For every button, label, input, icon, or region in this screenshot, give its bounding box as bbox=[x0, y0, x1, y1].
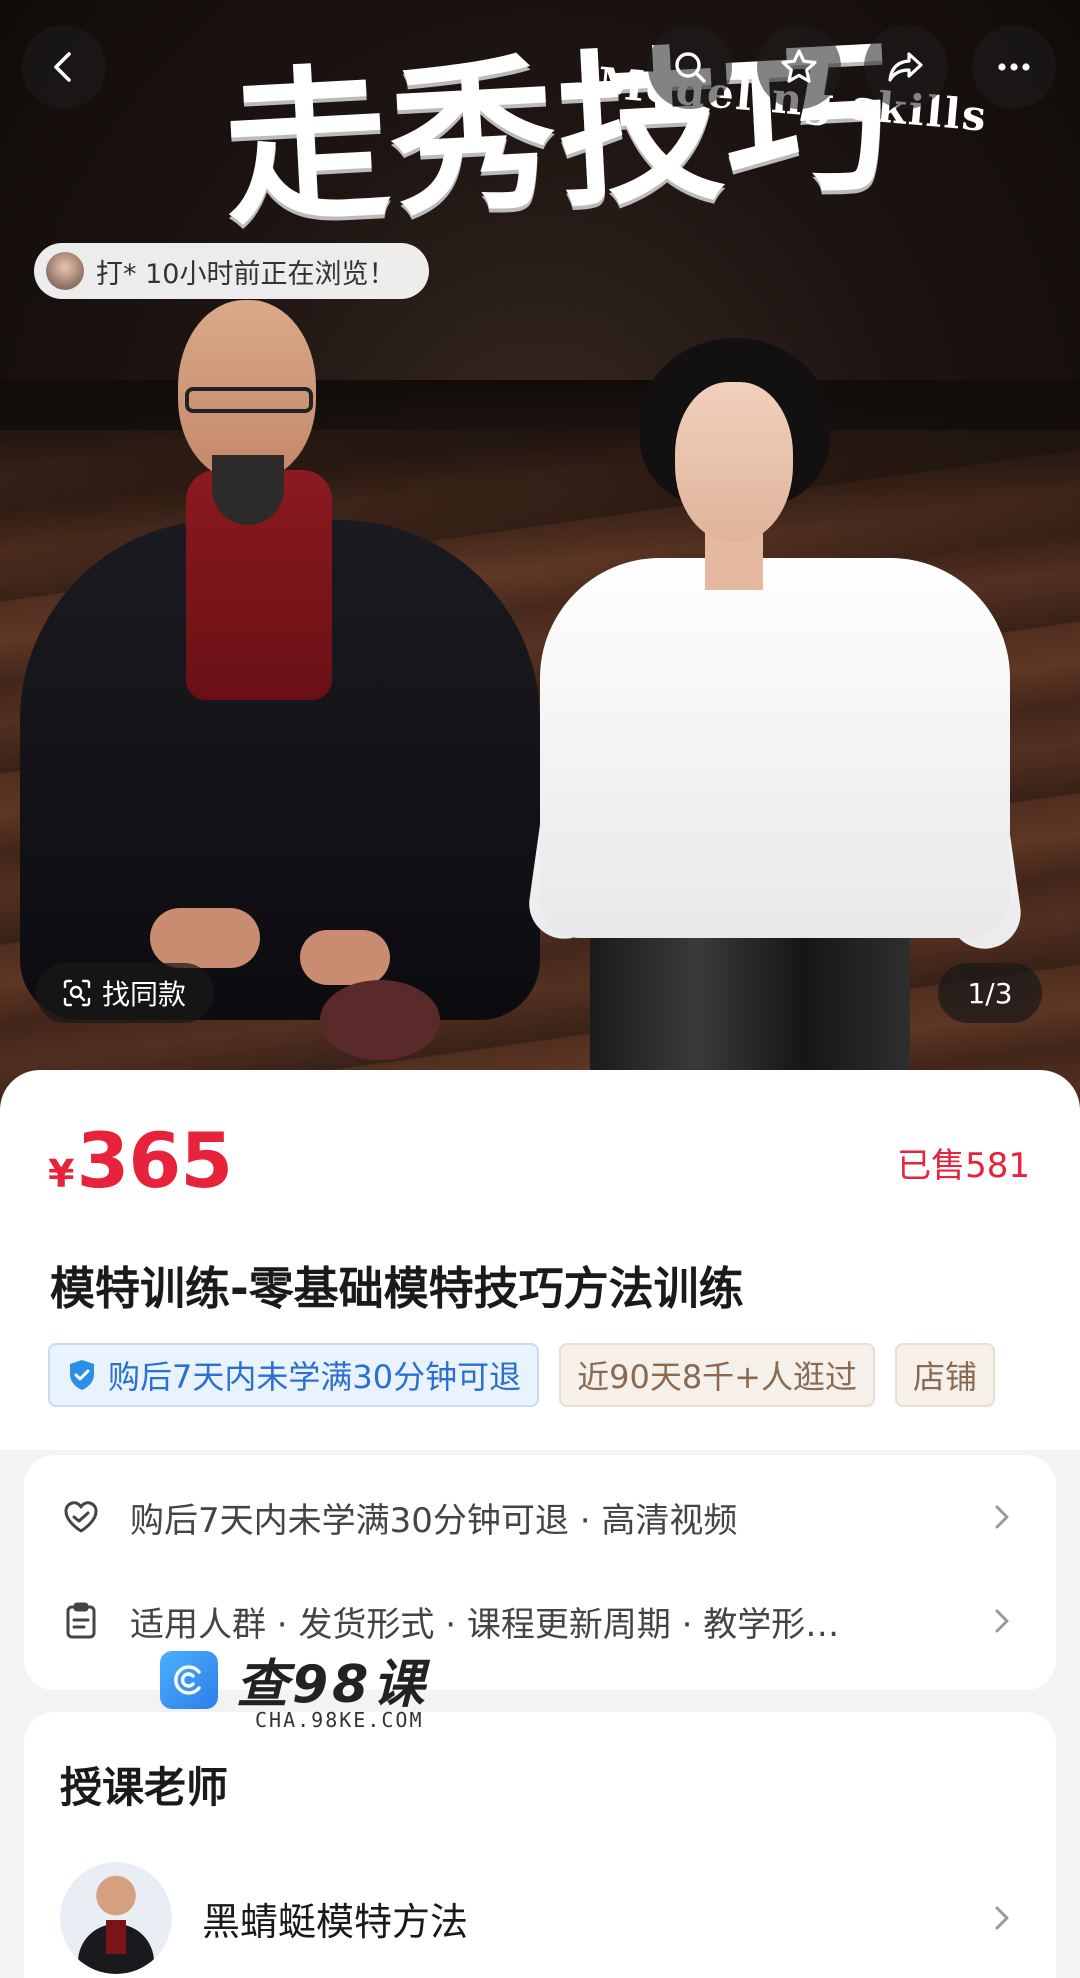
recent-viewer-badge: 打* 10小时前正在浏览！ bbox=[34, 243, 430, 299]
back-arrow-icon bbox=[54, 52, 71, 82]
teacher-avatar bbox=[60, 1862, 172, 1974]
more-button[interactable] bbox=[972, 25, 1056, 109]
teacher-row[interactable]: 黑蜻蜓模特方法 bbox=[60, 1858, 1020, 1978]
price-value: 365 bbox=[76, 1116, 233, 1205]
chevron-right-icon bbox=[995, 1505, 1009, 1529]
product-tags: 购后7天内未学满30分钟可退 近90天8千+人逛过 店铺 bbox=[48, 1343, 1033, 1407]
price: ¥ 365 bbox=[48, 1116, 233, 1205]
teacher-name: 黑蜻蜓模特方法 bbox=[202, 1899, 469, 1944]
service-guarantee-row[interactable]: 购后7天内未学满30分钟可退 · 高清视频 bbox=[60, 1467, 1020, 1567]
chevron-right-icon bbox=[995, 1609, 1009, 1633]
product-page: 走秀技巧 Modeling skills 打* 10小时前正在浏览！ 找同款 1… bbox=[0, 0, 1080, 1978]
find-similar-label: 找同款 bbox=[102, 978, 187, 1011]
teacher-card: 授课老师 黑蜻蜓模特方法 bbox=[24, 1712, 1056, 1978]
find-similar-button[interactable]: 找同款 bbox=[36, 963, 215, 1023]
image-page-indicator: 1/3 bbox=[938, 963, 1042, 1023]
sold-count: 已售581 bbox=[897, 1146, 1030, 1186]
teacher-heading: 授课老师 bbox=[60, 1763, 229, 1812]
search-icon bbox=[675, 52, 706, 83]
watermark-url: CHA.98KE.COM bbox=[255, 1708, 424, 1732]
back-button[interactable] bbox=[22, 25, 106, 109]
viewer-avatar bbox=[46, 252, 84, 290]
watermark: 查98课 bbox=[160, 1642, 428, 1717]
search-button[interactable] bbox=[648, 25, 732, 109]
currency-symbol: ¥ bbox=[48, 1152, 75, 1196]
more-icon bbox=[998, 63, 1030, 71]
refund-tag[interactable]: 购后7天内未学满30分钟可退 bbox=[48, 1343, 540, 1407]
shield-check-icon bbox=[70, 1360, 94, 1390]
share-icon bbox=[888, 52, 923, 82]
favorite-button[interactable] bbox=[757, 25, 841, 109]
star-icon bbox=[781, 49, 817, 83]
chevron-right-icon bbox=[995, 1906, 1009, 1930]
share-button[interactable] bbox=[864, 25, 948, 109]
heart-guarantee-icon bbox=[64, 1501, 98, 1533]
watermark-text: 查98课 bbox=[236, 1655, 429, 1715]
product-image-carousel[interactable]: 走秀技巧 Modeling skills 打* 10小时前正在浏览！ 找同款 1… bbox=[0, 0, 1080, 1110]
shop-tag[interactable]: 店铺 bbox=[895, 1343, 996, 1407]
course-params-text: 适用人群 · 发货形式 · 课程更新周期 · 教学形… bbox=[130, 1604, 840, 1645]
watermark-logo-icon bbox=[160, 1650, 218, 1709]
service-guarantee-text: 购后7天内未学满30分钟可退 · 高清视频 bbox=[130, 1500, 738, 1541]
clipboard-icon bbox=[66, 1602, 96, 1639]
scan-icon bbox=[63, 979, 91, 1007]
viewer-text: 打* 10小时前正在浏览！ bbox=[96, 258, 396, 290]
visit-count-tag: 近90天8千+人逛过 bbox=[559, 1343, 875, 1407]
product-title: 模特训练-零基础模特技巧方法训练 bbox=[50, 1262, 744, 1315]
